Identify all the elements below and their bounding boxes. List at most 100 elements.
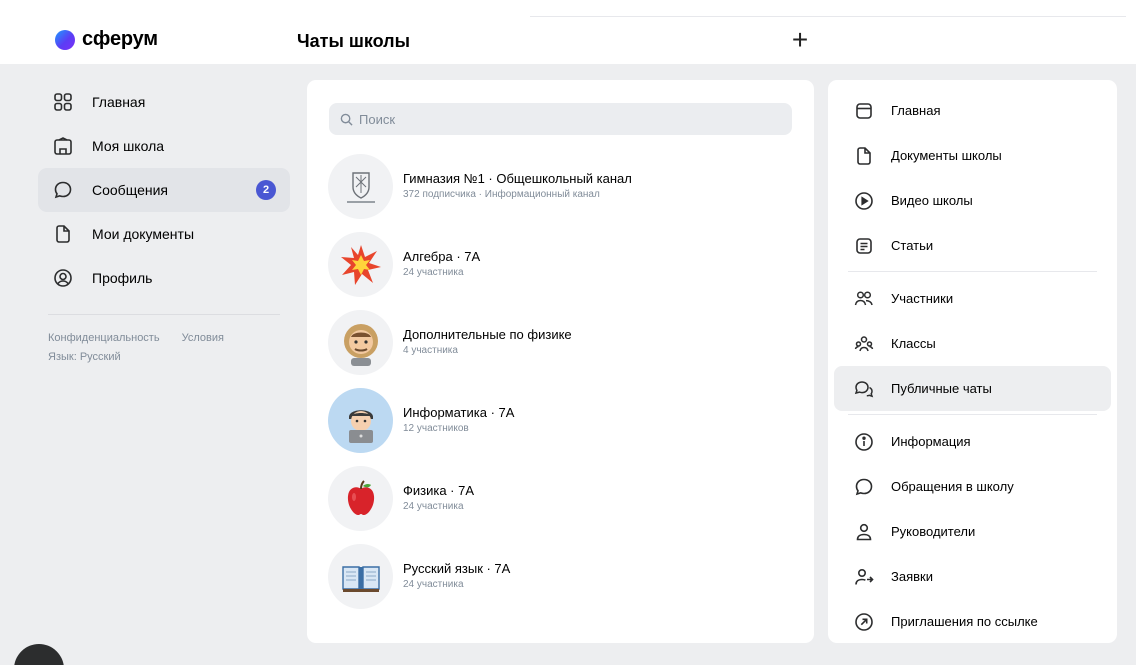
profile-icon [52,267,74,289]
chat-item[interactable]: Информатика · 7А 12 участников [328,388,798,466]
explosion-icon [340,244,381,285]
menu-item-school-documents[interactable]: Документы школы [834,133,1111,178]
chat-item[interactable]: Дополнительные по физике 4 участника [328,310,798,388]
users-icon [854,289,874,309]
document-icon [854,146,874,166]
header: сферум Чаты школы + [0,0,1136,64]
info-icon [854,432,874,452]
chat-subtitle: 24 участника [403,501,464,512]
message-icon [52,179,74,201]
menu-divider [848,414,1097,415]
menu-item-label: Видео школы [891,193,973,208]
menu-item-label: Классы [891,336,936,351]
menu-item-label: Обращения в школу [891,479,1014,494]
chat-subtitle: 24 участника [403,579,464,590]
chat-name: Русский язык · 7А [403,561,511,576]
nav-item-profile[interactable]: Профиль [38,256,290,300]
chat-name: Дополнительные по физике [403,327,572,342]
page-title: Чаты школы [297,31,410,51]
nav-item-messages[interactable]: Сообщения 2 [38,168,290,212]
home-icon [854,101,874,121]
user-add-icon [854,567,874,587]
menu-item-public-chats[interactable]: Публичные чаты [834,366,1111,411]
group-icon [854,334,874,354]
chat-list-panel: Гимназия №1 · Общешкольный канал 372 под… [307,80,814,643]
menu-item-classes[interactable]: Классы [834,321,1111,366]
add-chat-button[interactable]: + [787,26,813,54]
chat-subtitle: 12 участников [403,423,469,434]
search-icon [340,113,353,126]
menu-item-managers[interactable]: Руководители [834,509,1111,554]
chat-item[interactable]: Русский язык · 7А 24 участника [328,544,798,622]
header-divider [530,16,1126,17]
nav-item-label: Моя школа [92,138,165,154]
chat-item[interactable]: Алгебра · 7А 24 участника [328,232,798,310]
left-nav: Главная Моя школа Сообщения 2 Мои докуме… [38,80,290,367]
chat-item[interactable]: Гимназия №1 · Общешкольный канал 372 под… [328,154,798,232]
floating-action-icon[interactable] [14,644,64,665]
nav-item-label: Профиль [92,270,153,286]
menu-item-label: Участники [891,291,954,306]
privacy-link[interactable]: Конфиденциальность [48,329,160,348]
search-box[interactable] [329,103,792,135]
menu-item-label: Статьи [891,238,934,253]
nav-item-label: Мои документы [92,226,195,242]
menu-item-label: Публичные чаты [891,381,992,396]
menu-item-school-video[interactable]: Видео школы [834,178,1111,223]
menu-item-link-invites[interactable]: Приглашения по ссылке [834,599,1111,644]
user-icon [854,522,874,542]
chat-name: Информатика · 7А [403,405,515,420]
chat-avatar [328,310,393,375]
chat-item[interactable]: Физика · 7А 24 участника [328,466,798,544]
logo[interactable]: сферум [55,28,158,51]
chat-subtitle: 4 участника [403,345,458,356]
article-icon [854,236,874,256]
menu-item-label: Главная [891,103,941,118]
chat-name: Гимназия №1 · Общешкольный канал [403,171,632,186]
school-icon [52,135,74,157]
menu-item-applications[interactable]: Заявки [834,554,1111,599]
search-input[interactable] [359,111,759,127]
menu-item-label: Информация [891,434,971,449]
menu-divider [848,271,1097,272]
nav-item-label: Сообщения [92,182,168,198]
open-book-icon [341,565,380,592]
chats-icon [854,379,874,399]
menu-item-label: Заявки [891,569,933,584]
nav-item-my-documents[interactable]: Мои документы [38,212,290,256]
chat-name: Алгебра · 7А [403,249,481,264]
astronaut-icon [343,323,378,366]
menu-item-home[interactable]: Главная [834,88,1111,133]
menu-item-label: Руководители [891,524,976,539]
message-icon [854,477,874,497]
chat-list: Гимназия №1 · Общешкольный канал 372 под… [328,154,798,622]
menu-item-school-requests[interactable]: Обращения в школу [834,464,1111,509]
nav-divider [48,314,280,315]
document-icon [52,223,74,245]
nav-item-label: Главная [92,94,146,110]
menu-item-participants[interactable]: Участники [834,276,1111,321]
unread-badge: 2 [256,180,276,200]
school-crest-icon [346,171,375,203]
chat-subtitle: 372 подписчика · Информационный канал [403,189,600,200]
apple-icon [347,479,374,515]
technologist-icon [348,409,373,443]
chat-name: Физика · 7А [403,483,475,498]
link-arrow-icon [854,612,874,632]
chat-avatar [328,232,393,297]
menu-item-information[interactable]: Информация [834,419,1111,464]
language-link[interactable]: Язык: Русский [48,348,121,367]
play-icon [854,191,874,211]
chat-avatar [328,544,393,609]
school-menu: Главная Документы школы Видео школы Стат… [828,80,1117,643]
menu-item-articles[interactable]: Статьи [834,223,1111,268]
terms-link[interactable]: Условия [182,329,224,348]
chat-subtitle: 24 участника [403,267,464,278]
legal-links: Конфиденциальность Условия Язык: Русский [38,329,290,367]
chat-avatar [328,154,393,219]
grid-icon [52,91,74,113]
logo-text: сферум [82,28,158,50]
logo-icon [55,29,75,50]
nav-item-home[interactable]: Главная [38,80,290,124]
nav-item-my-school[interactable]: Моя школа [38,124,290,168]
